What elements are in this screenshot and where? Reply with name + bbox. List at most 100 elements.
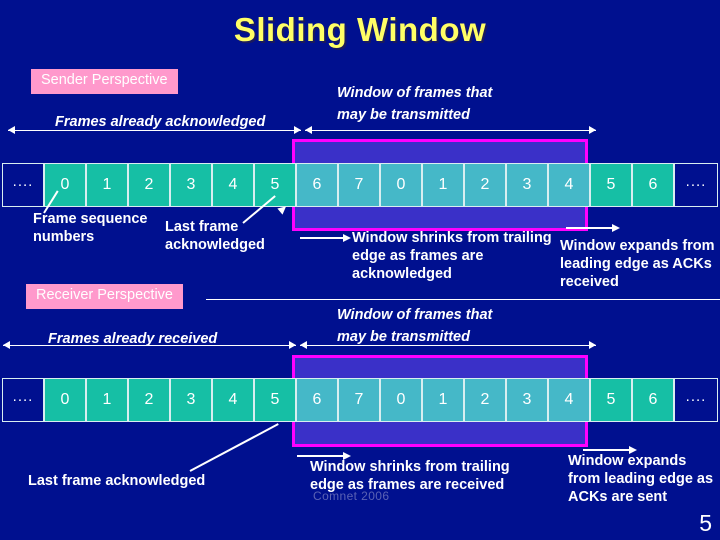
frame-cell: 3 [170,378,212,422]
frame-cell: 5 [590,378,632,422]
frame-label: 6 [312,176,322,193]
frame-cell: 7 [338,378,380,422]
frame-label: 4 [228,176,238,193]
frame-cell: 4 [548,163,590,207]
frame-label: 1 [438,176,448,193]
frame-label: 3 [522,176,532,193]
sender-window-expands-note: Window expands from leading edge as ACKs… [560,238,715,291]
arrow-head-right-icon [589,341,596,349]
frame-label: 0 [396,391,406,408]
arrow-head-right-icon [294,126,301,134]
frame-label: 3 [186,176,196,193]
frame-label: 3 [186,391,196,408]
frame-label: 6 [648,176,658,193]
frame-label: 4 [564,176,574,193]
frame-label: 0 [396,176,406,193]
frame-label: 1 [102,391,112,408]
arrow-head-right-icon [589,126,596,134]
frame-label: 0 [60,176,70,193]
frame-label: 4 [564,391,574,408]
watermark: Comnet 2006 [313,489,390,503]
frame-ellipsis: .... [2,378,44,422]
sender-last-frame-acknowledged-note: Last frame acknowledged [165,219,265,254]
frame-cell: 7 [338,163,380,207]
frame-cell: 3 [506,163,548,207]
frame-label: 6 [312,391,322,408]
frame-cell: 3 [170,163,212,207]
sender-frame-strip: .... 0 1 2 3 4 5 6 7 0 1 2 3 4 5 6.... [2,163,718,207]
receiver-last-frame-acknowledged-note: Last frame acknowledged [28,473,206,489]
shrink-arrow-tip-sender-icon [343,234,351,242]
sender-window-shrinks-note: Window shrinks from trailing edge as fra… [352,230,552,283]
frame-cell: 2 [464,163,506,207]
frame-label: .... [685,172,707,190]
expand-arrow-line-receiver [583,449,631,451]
frame-cell: 5 [590,163,632,207]
page-title: Sliding Window [233,11,487,48]
frame-label: 1 [438,391,448,408]
arrow-bar [300,345,596,346]
slide-number: 5 [699,510,712,536]
frame-cell: 2 [128,378,170,422]
frame-label: 2 [144,391,154,408]
frame-cell: 4 [548,378,590,422]
frame-cell: 1 [422,163,464,207]
frame-ellipsis: .... [674,378,718,422]
frame-cell: 6 [296,378,338,422]
sender-acknowledged-span-arrow [8,126,301,135]
frame-label: 1 [102,176,112,193]
frame-label: 6 [648,391,658,408]
frame-cell: 5 [254,163,296,207]
arrow-bar [305,130,596,131]
frame-label: .... [685,387,707,405]
frame-cell: 4 [212,163,254,207]
sender-window-caption: Window of frames that may be transmitted [337,83,492,127]
arrow-head-right-icon [289,341,296,349]
receiver-last-ack-pointer-line [189,423,279,472]
frame-label: .... [12,387,34,405]
frame-cell: 0 [380,163,422,207]
receiver-window-caption-line1: Window of frames that [337,307,493,323]
frame-ellipsis: .... [674,163,718,207]
receiver-window-expands-note: Window expands from leading edge as ACKs… [568,453,714,506]
frame-label: 2 [144,176,154,193]
frame-label: 0 [60,391,70,408]
frame-label: 4 [228,391,238,408]
sender-window-span-arrow [305,126,596,135]
receiver-section-divider [206,299,720,300]
frame-cell: 6 [296,163,338,207]
frame-label: .... [12,172,34,190]
expand-arrow-line-sender [566,227,614,229]
frame-cell: 6 [632,378,674,422]
frame-cell: 2 [464,378,506,422]
frame-label: 5 [606,176,616,193]
frame-cell: 1 [86,378,128,422]
frame-cell: 4 [212,378,254,422]
frame-label: 5 [606,391,616,408]
frame-cell: 0 [380,378,422,422]
frame-label: 7 [354,176,364,193]
arrow-bar [3,345,296,346]
receiver-perspective-badge: Receiver Perspective [26,284,183,309]
expand-arrow-tip-sender-icon [612,224,620,232]
frame-cell: 1 [86,163,128,207]
frame-cell: 1 [422,378,464,422]
receiver-window-span-arrow [300,341,596,350]
frame-cell: 3 [506,378,548,422]
frame-cell: 6 [632,163,674,207]
frame-label: 3 [522,391,532,408]
receiver-frame-strip: .... 0 1 2 3 4 5 6 7 0 1 2 3 4 5 6.... [2,378,718,422]
frame-cell: 0 [44,378,86,422]
shrink-arrow-line-receiver [297,455,345,457]
frame-cell: 2 [128,163,170,207]
arrow-bar [8,130,301,131]
frame-cell: 5 [254,378,296,422]
frame-sequence-numbers-note: Frame sequence numbers [33,211,148,246]
frame-ellipsis: .... [2,163,44,207]
slide-canvas: Sliding Window Sender Perspective Frames… [0,0,720,540]
frame-label: 5 [270,391,280,408]
frame-label: 2 [480,176,490,193]
expand-arrow-tip-receiver-icon [629,446,637,454]
sender-window-caption-line2: may be transmitted [337,106,470,123]
frame-label: 7 [354,391,364,408]
